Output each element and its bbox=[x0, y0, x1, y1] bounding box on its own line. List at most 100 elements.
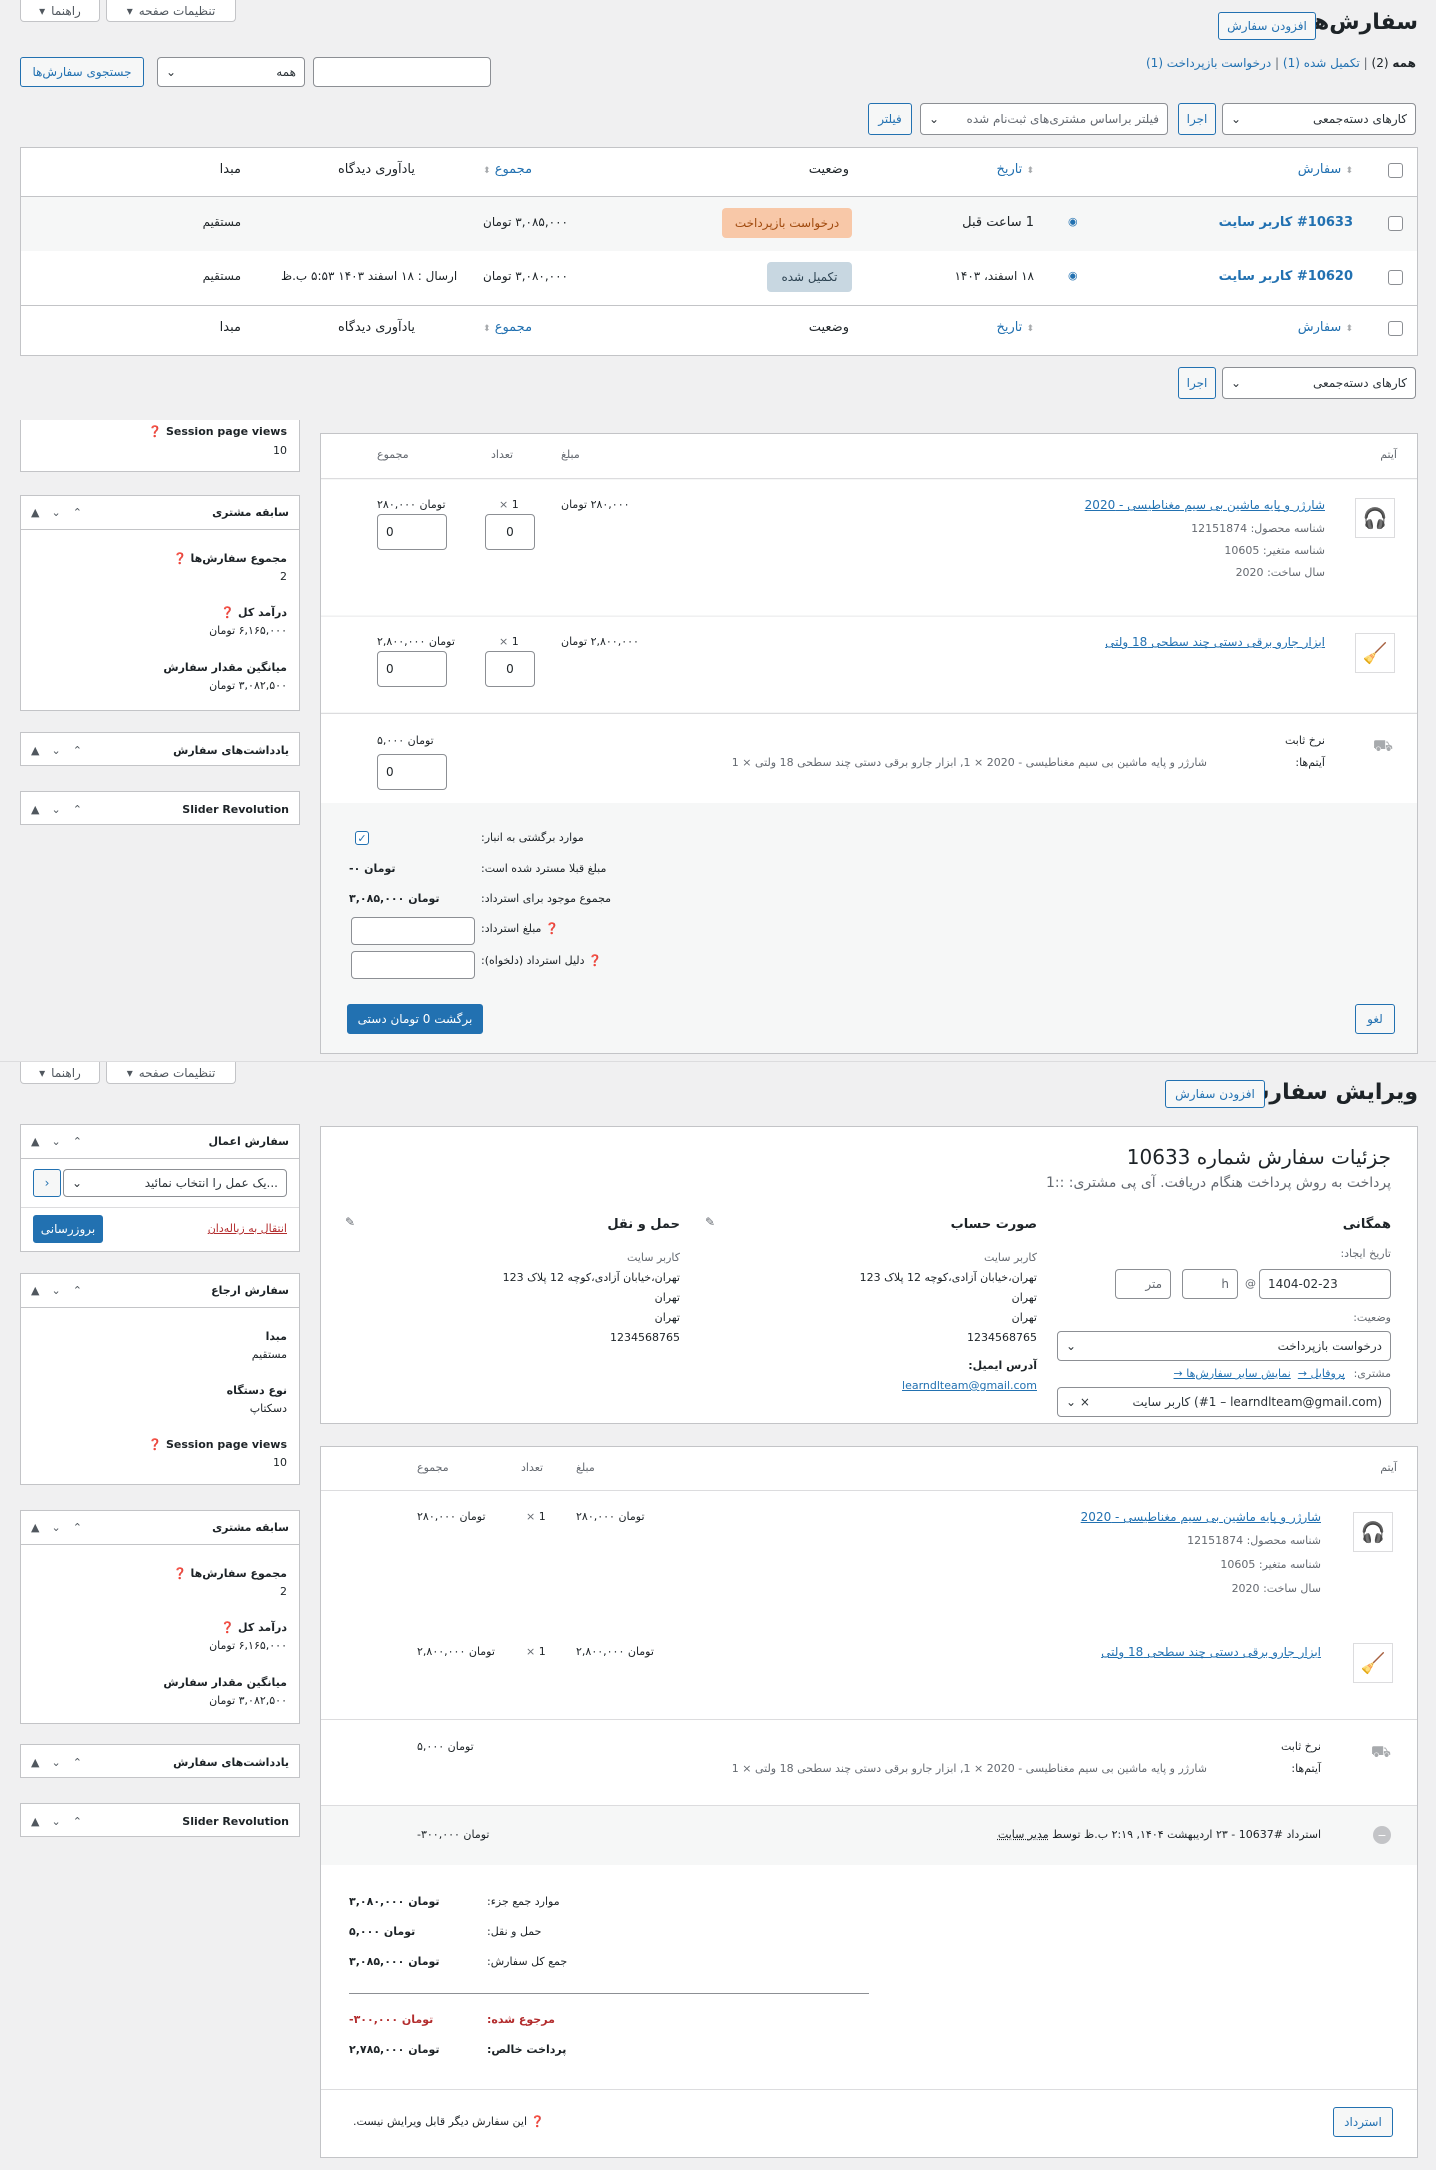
build-year: سال ساخت: 2020 bbox=[1235, 566, 1325, 579]
move-to-trash-link[interactable]: انتقال به زباله‌دان bbox=[208, 1222, 287, 1235]
view-completed[interactable]: تکمیل شده (1) bbox=[1283, 56, 1360, 70]
screen-options-tab[interactable]: ▾ تنظیمات صفحه bbox=[106, 1062, 236, 1084]
refund-button[interactable]: استرداد bbox=[1333, 2107, 1393, 2137]
box-controls[interactable]: ▲ ⌄ ⌃ bbox=[31, 506, 82, 519]
col-total[interactable]: ⬍ مجموع bbox=[483, 320, 532, 335]
chevron-up-icon[interactable]: ▲ bbox=[31, 1756, 39, 1769]
order-search-input[interactable] bbox=[313, 57, 491, 87]
product-link[interactable]: شارژر و پایه ماشین بی سیم مغناطیسی - 202… bbox=[1081, 1510, 1321, 1524]
table-row[interactable]: #10620 کاربر سایت ◉ ۱۸ اسفند، ۱۴۰۳ تکمیل… bbox=[21, 251, 1417, 305]
box-controls[interactable]: ▲ ⌄ ⌃ bbox=[31, 1521, 82, 1534]
chevron-down-icon[interactable]: ⌄ bbox=[51, 1135, 60, 1148]
eye-icon[interactable]: ◉ bbox=[1068, 215, 1078, 228]
view-refund-requested[interactable]: درخواست بازپرداخت (1) bbox=[1146, 56, 1271, 70]
chevron-down-icon[interactable]: ⌄ bbox=[51, 1756, 60, 1769]
chevron-up-icon[interactable]: ⌃ bbox=[73, 1521, 82, 1534]
chevron-up-icon[interactable]: ▲ bbox=[31, 1815, 39, 1828]
col-date[interactable]: ⬍ تاریخ bbox=[996, 162, 1034, 177]
box-controls[interactable]: ▲ ⌄ ⌃ bbox=[31, 1815, 82, 1828]
update-button[interactable]: بروزرسانی bbox=[33, 1215, 103, 1243]
customer-select[interactable]: ⌄ × کاربر سایت (#1 – learndlteam@gmail.co… bbox=[1057, 1387, 1391, 1417]
refund-total-input[interactable]: 0 bbox=[377, 651, 447, 687]
box-controls[interactable]: ▲ ⌄ ⌃ bbox=[31, 1135, 82, 1148]
select-all-checkbox[interactable] bbox=[1388, 321, 1403, 336]
refund-qty-input[interactable]: 0 bbox=[485, 514, 535, 550]
chevron-up-icon[interactable]: ▲ bbox=[31, 803, 39, 816]
customer-filter-select[interactable]: ⌄ فیلتر براساس مشتری‌های ثبت‌نام شده bbox=[920, 103, 1168, 135]
select-all-checkbox[interactable] bbox=[1388, 163, 1403, 178]
chevron-up-icon[interactable]: ⌃ bbox=[73, 744, 82, 757]
order-link[interactable]: #10620 کاربر سایت bbox=[1219, 269, 1353, 284]
chevron-up-icon[interactable]: ▲ bbox=[31, 1521, 39, 1534]
bulk-apply-button[interactable]: اجرا bbox=[1178, 103, 1216, 135]
order-status-select[interactable]: ⌄ همه bbox=[157, 57, 305, 87]
help-tab[interactable]: ▾ راهنما bbox=[20, 0, 100, 22]
box-controls[interactable]: ▲ ⌄ ⌃ bbox=[31, 1284, 82, 1297]
chevron-up-icon[interactable]: ▲ bbox=[31, 1135, 39, 1148]
chevron-up-icon[interactable]: ⌃ bbox=[73, 1815, 82, 1828]
help-tab[interactable]: ▾ راهنما bbox=[20, 1062, 100, 1084]
chevron-down-icon[interactable]: ⌄ bbox=[51, 1815, 60, 1828]
screen-options-tab[interactable]: ▾ تنظیمات صفحه bbox=[106, 0, 236, 22]
chevron-down-icon[interactable]: ⌄ bbox=[51, 803, 60, 816]
chevron-up-icon[interactable]: ▲ bbox=[31, 1284, 39, 1297]
add-order-button[interactable]: افزودن سفارش bbox=[1165, 1080, 1265, 1108]
cancel-refund-button[interactable]: لغو bbox=[1355, 1004, 1395, 1034]
edit-shipping-icon[interactable]: ✎ bbox=[345, 1215, 355, 1229]
product-link[interactable]: ابزار جارو برقی دستی چند سطحی 18 ولتی bbox=[1101, 1645, 1321, 1659]
refund-shipping-input[interactable]: 0 bbox=[377, 754, 447, 790]
bulk-actions-select-bottom[interactable]: ⌄ کارهای دسته‌جمعی bbox=[1222, 367, 1416, 399]
col-date[interactable]: ⬍ تاریخ bbox=[996, 320, 1034, 335]
product-link[interactable]: ابزار جارو برقی دستی چند سطحی 18 ولتی bbox=[1105, 635, 1325, 649]
bulk-apply-button-bottom[interactable]: اجرا bbox=[1178, 367, 1216, 399]
chevron-down-icon[interactable]: ⌄ bbox=[51, 1521, 60, 1534]
restock-checkbox[interactable]: ✓ bbox=[355, 831, 369, 845]
view-all[interactable]: همه bbox=[1392, 56, 1416, 70]
help-icon: ❓ bbox=[544, 922, 559, 935]
other-orders-link[interactable]: نمایش سایر سفارش‌ها → bbox=[1174, 1367, 1291, 1380]
col-total: مجموع bbox=[377, 448, 409, 461]
chevron-up-icon[interactable]: ▲ bbox=[31, 506, 39, 519]
refund-reason-input[interactable] bbox=[351, 951, 475, 979]
chevron-up-icon[interactable]: ⌃ bbox=[73, 1756, 82, 1769]
profile-link[interactable]: پروفایل → bbox=[1298, 1367, 1345, 1380]
hour-input[interactable]: h bbox=[1182, 1269, 1238, 1299]
add-order-button[interactable]: افزودن سفارش bbox=[1218, 12, 1316, 40]
order-action-select[interactable]: ⌄ یک عمل را انتخاب نمائید... bbox=[63, 1169, 287, 1197]
box-controls[interactable]: ▲ ⌄ ⌃ bbox=[31, 744, 82, 757]
row-checkbox[interactable] bbox=[1388, 270, 1403, 285]
created-date-input[interactable]: 1404-02-23 bbox=[1259, 1269, 1391, 1299]
manual-refund-button[interactable]: برگشت 0 تومان دستی bbox=[347, 1004, 483, 1034]
chevron-up-icon[interactable]: ⌃ bbox=[73, 803, 82, 816]
col-total[interactable]: ⬍ مجموع bbox=[483, 162, 532, 177]
apply-action-button[interactable]: › bbox=[33, 1169, 61, 1197]
chevron-down-icon[interactable]: ⌄ bbox=[51, 1284, 60, 1297]
chevron-up-icon[interactable]: ⌃ bbox=[73, 1284, 82, 1297]
edit-billing-icon[interactable]: ✎ bbox=[705, 1215, 715, 1229]
minute-input[interactable]: متر bbox=[1115, 1269, 1171, 1299]
refund-qty-input[interactable]: 0 bbox=[485, 651, 535, 687]
chevron-down-icon[interactable]: ⌄ bbox=[51, 506, 60, 519]
refund-amount-input[interactable] bbox=[351, 917, 475, 945]
order-link[interactable]: #10633 کاربر سایت bbox=[1219, 215, 1353, 230]
row-checkbox[interactable] bbox=[1388, 216, 1403, 231]
box-controls[interactable]: ▲ ⌄ ⌃ bbox=[31, 803, 82, 816]
chevron-up-icon[interactable]: ▲ bbox=[31, 744, 39, 757]
chevron-down-icon[interactable]: ⌄ bbox=[51, 744, 60, 757]
bulk-actions-select[interactable]: ⌄ کارهای دسته‌جمعی bbox=[1222, 103, 1416, 135]
chevron-up-icon[interactable]: ⌃ bbox=[73, 1135, 82, 1148]
email-link[interactable]: learndlteam@gmail.com bbox=[902, 1379, 1037, 1392]
table-row[interactable]: #10633 کاربر سایت ◉ 1 ساعت قبل درخواست ب… bbox=[21, 197, 1417, 251]
col-order[interactable]: ⬍ سفارش bbox=[1298, 162, 1353, 177]
eye-icon[interactable]: ◉ bbox=[1068, 269, 1078, 282]
col-origin: مبدا bbox=[219, 162, 241, 177]
box-controls[interactable]: ▲ ⌄ ⌃ bbox=[31, 1756, 82, 1769]
chevron-up-icon[interactable]: ⌃ bbox=[73, 506, 82, 519]
refund-total-input[interactable]: 0 bbox=[377, 514, 447, 550]
order-status-select[interactable]: ⌄ درخواست بازپرداخت bbox=[1057, 1331, 1391, 1361]
search-orders-button[interactable]: جستجوی سفارش‌ها bbox=[20, 57, 144, 87]
filter-button[interactable]: فیلتر bbox=[868, 103, 912, 135]
product-link[interactable]: شارژر و پایه ماشین بی سیم مغناطیسی - 202… bbox=[1085, 498, 1325, 512]
col-order[interactable]: ⬍ سفارش bbox=[1298, 320, 1353, 335]
at-sign: @ bbox=[1245, 1277, 1256, 1290]
